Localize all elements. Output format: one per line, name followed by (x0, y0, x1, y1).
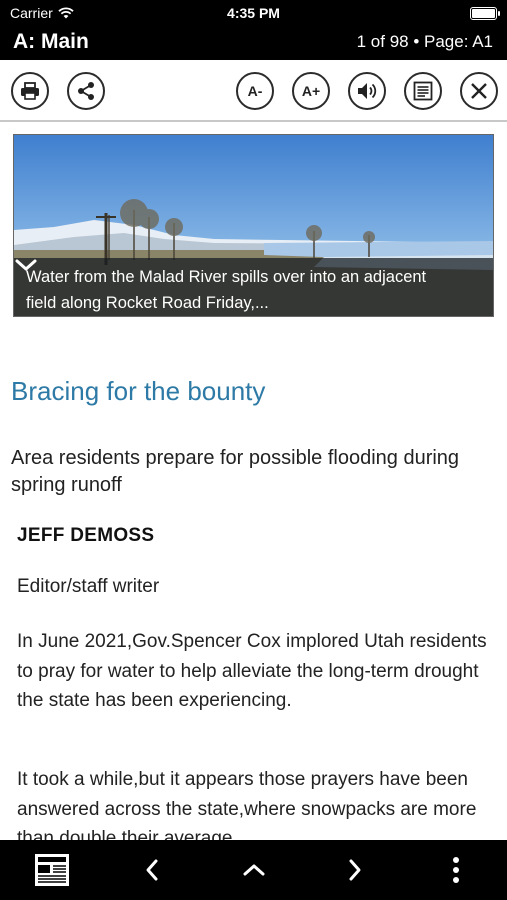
next-button[interactable] (330, 840, 380, 900)
status-bar: Carrier 4:35 PM (0, 0, 507, 27)
share-icon (78, 82, 94, 100)
more-button[interactable] (436, 840, 476, 900)
share-button[interactable] (67, 72, 105, 110)
article-body: Bracing for the bounty Area residents pr… (0, 360, 507, 840)
font-smaller-label: A- (247, 83, 263, 99)
article-icon (413, 81, 433, 101)
close-icon (471, 83, 487, 99)
print-button[interactable] (11, 72, 49, 110)
chevron-left-icon (146, 859, 158, 881)
author-role: Editor/staff writer (17, 576, 160, 597)
text-view-button[interactable] (404, 72, 442, 110)
bottom-nav-bar (0, 840, 507, 900)
previous-button[interactable] (127, 840, 177, 900)
page-indicator: 1 of 98 • Page: A1 (356, 32, 493, 51)
font-smaller-button[interactable]: A- (236, 72, 274, 110)
reader-toolbar: A- A+ (0, 60, 507, 122)
article-paragraph: It took a while,but it appears those pra… (17, 769, 477, 840)
chevron-down-icon[interactable] (14, 258, 38, 272)
font-larger-button[interactable]: A+ (292, 72, 330, 110)
caption-text: Water from the Malad River spills over i… (26, 268, 427, 312)
title-bar: A: Main 1 of 98 • Page: A1 (0, 27, 507, 60)
article-paragraph: In June 2021,Gov.Spencer Cox implored Ut… (17, 631, 487, 711)
close-button[interactable] (460, 72, 498, 110)
clock: 4:35 PM (227, 5, 280, 21)
chevron-up-icon (243, 864, 265, 876)
section-title[interactable]: A: Main (13, 30, 89, 54)
battery-icon (470, 7, 500, 20)
article-photo[interactable]: Water from the Malad River spills over i… (13, 134, 494, 317)
article-subhead: Area residents prepare for possible floo… (11, 447, 460, 496)
up-button[interactable] (228, 840, 280, 900)
article-byline: JEFF DEMOSS (17, 525, 155, 546)
audio-button[interactable] (348, 72, 386, 110)
pages-button[interactable] (24, 840, 80, 900)
printer-icon (21, 82, 39, 100)
newspaper-pages-icon (35, 854, 69, 886)
photo-caption[interactable]: Water from the Malad River spills over i… (14, 258, 493, 316)
chevron-right-icon (349, 859, 361, 881)
speaker-icon (358, 83, 377, 99)
more-vertical-icon (453, 857, 459, 883)
font-larger-label: A+ (301, 83, 321, 99)
article-headline: Bracing for the bounty (11, 376, 266, 406)
